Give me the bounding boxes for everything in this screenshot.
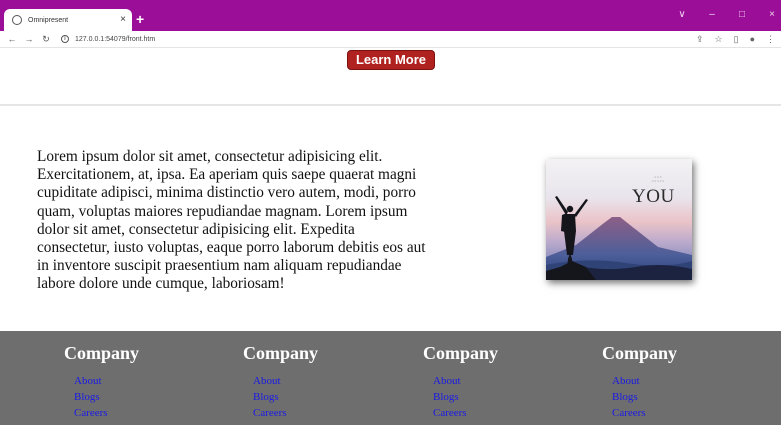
footer-link-careers[interactable]: Careers xyxy=(74,405,139,421)
footer-link-about[interactable]: About xyxy=(612,373,677,389)
maximize-icon[interactable]: □ xyxy=(737,10,747,20)
side-panel-icon[interactable]: ▯ xyxy=(734,34,739,45)
profile-icon[interactable]: ● xyxy=(750,34,755,45)
address-bar: ← → ↻ i 127.0.0.1:54079/front.htm ⇪ ☆ ▯ … xyxy=(0,31,781,48)
section-divider xyxy=(0,104,781,106)
browser-tab[interactable]: Omnipresent × xyxy=(4,9,132,31)
poster-caption: ~ ~ ~ ~ ~ ~ ~ ~ xyxy=(651,175,665,183)
footer-link-blogs[interactable]: Blogs xyxy=(612,389,677,405)
footer-links: About Blogs Careers xyxy=(612,373,677,421)
footer-heading: Company xyxy=(64,343,140,363)
footer-heading: Company xyxy=(602,343,678,363)
back-arrow-icon[interactable]: ← xyxy=(7,34,17,44)
close-window-icon[interactable]: × xyxy=(767,10,777,20)
footer-column: Company About Blogs Careers xyxy=(602,343,677,421)
menu-dots-icon[interactable]: ⋮ xyxy=(766,34,775,45)
footer-column: Company About Blogs Careers xyxy=(243,343,318,421)
tab-title: Omnipresent xyxy=(28,16,69,24)
hiker-poster-image: ~ ~ ~ ~ ~ ~ ~ ~ YOU xyxy=(546,159,692,280)
footer-column: Company About Blogs Careers xyxy=(64,343,139,421)
url-field[interactable]: i 127.0.0.1:54079/front.htm xyxy=(61,35,155,43)
footer-heading: Company xyxy=(423,343,499,363)
tab-search-icon[interactable]: ∨ xyxy=(677,10,687,20)
footer-link-blogs[interactable]: Blogs xyxy=(433,389,498,405)
browser-titlebar: Omnipresent × + ∨ – □ × xyxy=(0,0,781,31)
footer-links: About Blogs Careers xyxy=(74,373,139,421)
reload-icon[interactable]: ↻ xyxy=(41,34,51,45)
footer-link-careers[interactable]: Careers xyxy=(612,405,677,421)
footer-links: About Blogs Careers xyxy=(253,373,318,421)
forward-arrow-icon[interactable]: → xyxy=(24,34,34,44)
minimize-icon[interactable]: – xyxy=(707,10,717,20)
footer-links: About Blogs Careers xyxy=(433,373,498,421)
footer-link-about[interactable]: About xyxy=(253,373,318,389)
site-footer: Company About Blogs Careers Company Abou… xyxy=(0,331,781,425)
bookmark-star-icon[interactable]: ☆ xyxy=(715,34,723,45)
footer-link-blogs[interactable]: Blogs xyxy=(74,389,139,405)
share-icon[interactable]: ⇪ xyxy=(696,34,704,45)
footer-link-careers[interactable]: Careers xyxy=(253,405,318,421)
info-icon[interactable]: i xyxy=(61,35,69,43)
url-text[interactable]: 127.0.0.1:54079/front.htm xyxy=(75,36,155,43)
toolbar-icons: ⇪ ☆ ▯ ● ⋮ xyxy=(696,34,775,45)
new-tab-button[interactable]: + xyxy=(136,12,144,26)
footer-link-about[interactable]: About xyxy=(74,373,139,389)
window-controls: ∨ – □ × xyxy=(677,10,777,20)
poster-word: YOU xyxy=(632,186,675,207)
close-tab-icon[interactable]: × xyxy=(120,15,126,25)
learn-more-button[interactable]: Learn More xyxy=(347,50,435,70)
footer-link-blogs[interactable]: Blogs xyxy=(253,389,318,405)
footer-link-about[interactable]: About xyxy=(433,373,498,389)
intro-paragraph: Lorem ipsum dolor sit amet, consectetur … xyxy=(37,148,426,293)
footer-column: Company About Blogs Careers xyxy=(423,343,498,421)
globe-icon xyxy=(12,15,22,25)
footer-heading: Company xyxy=(243,343,319,363)
footer-link-careers[interactable]: Careers xyxy=(433,405,498,421)
